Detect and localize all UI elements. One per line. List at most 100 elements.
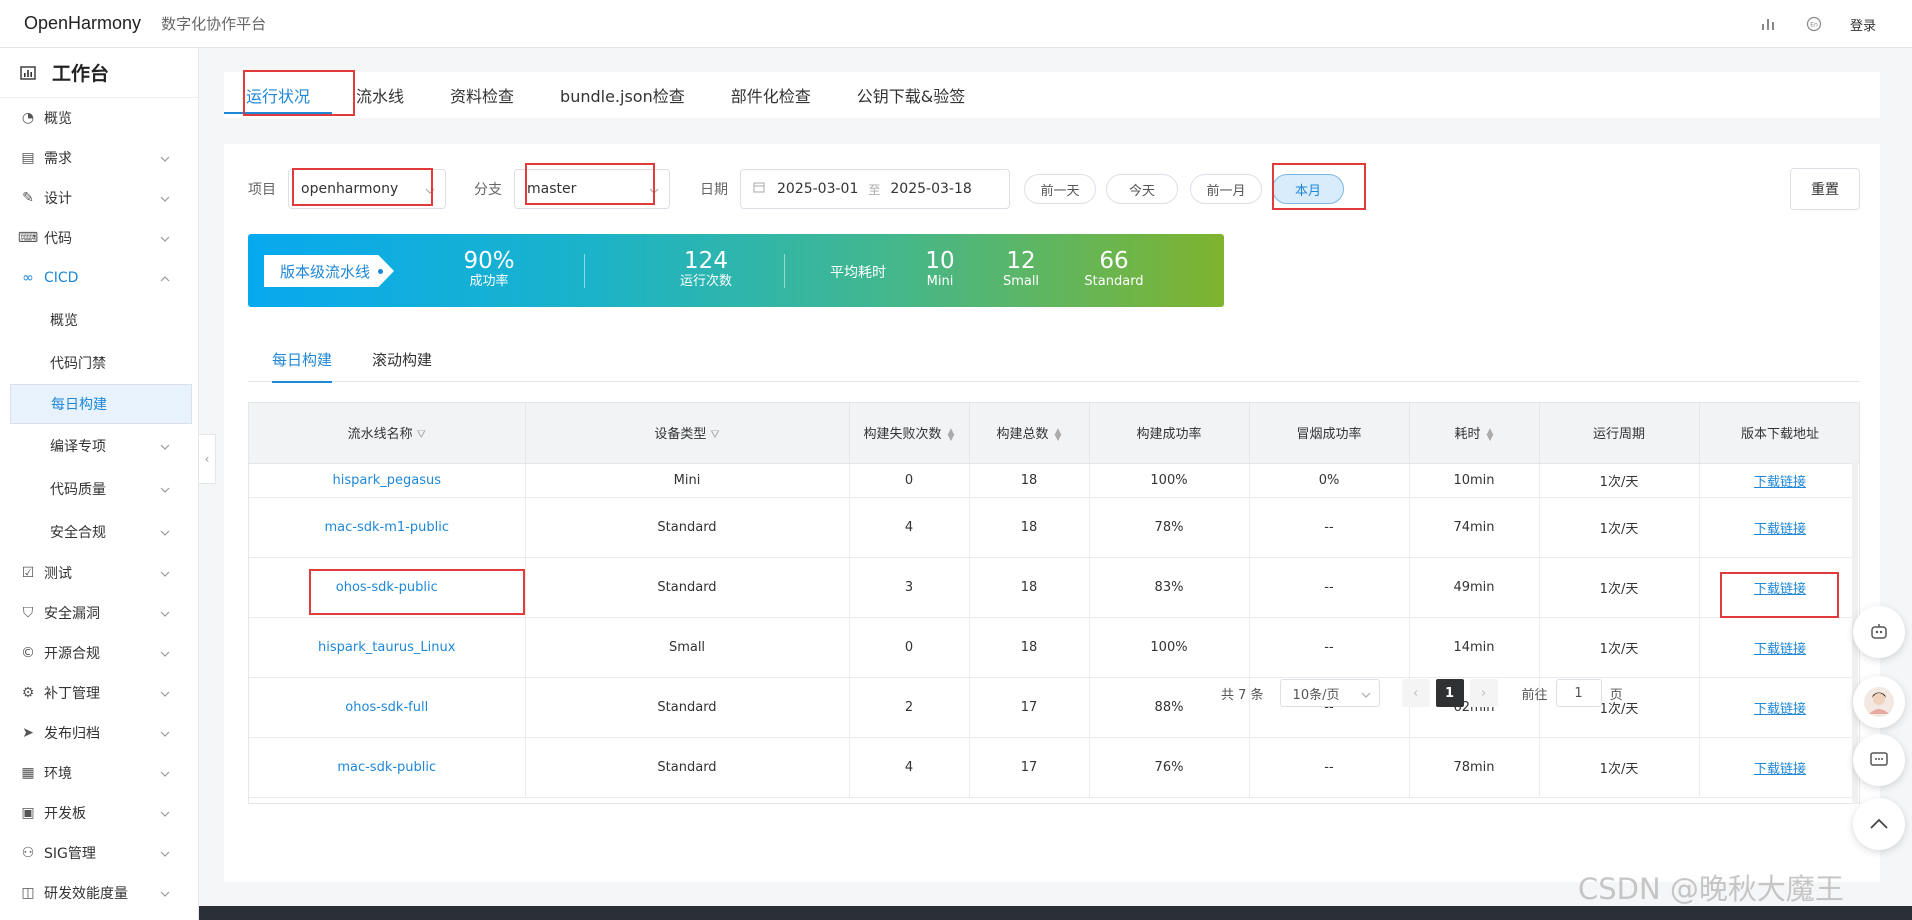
date-end: 2025-03-18 bbox=[890, 181, 972, 197]
tab-doc-check[interactable]: 资料检查 bbox=[450, 72, 514, 118]
robot-assistant-button[interactable] bbox=[1853, 606, 1905, 658]
sidebar-item-overview[interactable]: ◔ 概览 bbox=[0, 98, 198, 138]
cell-duration: 10min bbox=[1409, 463, 1540, 498]
cell-pipeline-name[interactable]: hispark_taurus_Linux bbox=[249, 617, 526, 678]
sidebar-subitem-compile[interactable]: 编译专项 bbox=[0, 424, 198, 467]
cell-download-link[interactable]: 下载链接 bbox=[1699, 463, 1859, 498]
app-logo[interactable]: OpenHarmony bbox=[24, 13, 141, 34]
back-to-top-button[interactable] bbox=[1853, 798, 1905, 850]
sidebar-subitem-code-gate[interactable]: 代码门禁 bbox=[0, 341, 198, 384]
sidebar-item-label: 安全漏洞 bbox=[44, 606, 100, 622]
mini-label: Mini bbox=[926, 274, 954, 289]
small-label: Small bbox=[1002, 274, 1040, 289]
dot-icon bbox=[378, 268, 384, 274]
cell-smoke-rate: -- bbox=[1249, 617, 1410, 678]
sidebar-item-cicd[interactable]: ∞ CICD bbox=[0, 258, 198, 298]
sidebar-item-test[interactable]: ☑ 测试 bbox=[0, 553, 198, 593]
sidebar-subitem-label: 安全合规 bbox=[50, 524, 106, 541]
prev-month-button[interactable]: 前一月 bbox=[1190, 174, 1262, 204]
standard-value: 66 bbox=[1099, 248, 1129, 274]
filter-icon[interactable]: ⛛ bbox=[417, 428, 426, 442]
sidebar-item-sig[interactable]: ⚇ SIG管理 bbox=[0, 833, 198, 873]
download-link[interactable]: 下载链接 bbox=[1754, 475, 1806, 490]
goto-page-input[interactable]: 1 bbox=[1555, 679, 1602, 707]
chevron-down-icon bbox=[160, 806, 170, 822]
cell-fail-count: 3 bbox=[849, 557, 970, 618]
bar-chart-icon[interactable] bbox=[1758, 14, 1778, 34]
header-label: 耗时 bbox=[1454, 427, 1481, 443]
login-link[interactable]: 登录 bbox=[1850, 15, 1876, 34]
page-size-select[interactable]: 10条/页 bbox=[1279, 679, 1380, 707]
chat-button[interactable] bbox=[1853, 734, 1905, 786]
next-page-button[interactable]: › bbox=[1469, 679, 1498, 707]
sort-icon[interactable]: ▲ ▼ bbox=[1055, 427, 1062, 442]
sidebar-subitem-code-quality[interactable]: 代码质量 bbox=[0, 467, 198, 510]
sidebar-item-metrics[interactable]: ◫ 研发效能度量 bbox=[0, 873, 198, 913]
sidebar-item-release[interactable]: ➤ 发布归档 bbox=[0, 713, 198, 753]
sidebar-item-devboard[interactable]: ▣ 开发板 bbox=[0, 793, 198, 833]
sidebar-subitem-cicd-overview[interactable]: 概览 bbox=[0, 298, 198, 341]
chevron-down-icon bbox=[160, 439, 170, 455]
sidebar-item-design[interactable]: ✎ 设计 bbox=[0, 178, 198, 218]
tab-key-download[interactable]: 公钥下载&验签 bbox=[857, 72, 965, 118]
tab-pipeline[interactable]: 流水线 bbox=[356, 72, 404, 118]
sidebar-item-security[interactable]: ⛉ 安全漏洞 bbox=[0, 593, 198, 633]
page-button-current[interactable]: 1 bbox=[1435, 679, 1464, 707]
sidebar-subitem-daily-build[interactable]: 每日构建 bbox=[10, 384, 192, 424]
support-avatar-button[interactable] bbox=[1853, 676, 1905, 728]
prev-day-button[interactable]: 前一天 bbox=[1024, 174, 1096, 204]
reset-button[interactable]: 重置 bbox=[1790, 168, 1860, 210]
col-fail-count[interactable]: 构建失败次数 ▲ ▼ bbox=[849, 403, 970, 464]
sidebar-item-patch[interactable]: ⚙ 补丁管理 bbox=[0, 673, 198, 713]
date-range-picker[interactable]: 2025-03-01 至 2025-03-18 bbox=[740, 169, 1010, 209]
sidebar-item-code[interactable]: ⌨ 代码 bbox=[0, 218, 198, 258]
sort-icon[interactable]: ▲ ▼ bbox=[1487, 427, 1494, 442]
cell-device-type: Standard bbox=[525, 677, 850, 738]
cell-pipeline-name[interactable]: mac-sdk-public bbox=[249, 737, 526, 798]
col-pipeline-name[interactable]: 流水线名称 ⛛ bbox=[249, 403, 526, 464]
workspace-title[interactable]: 工作台 bbox=[0, 48, 198, 98]
cell-download-link[interactable]: 下载链接 bbox=[1699, 497, 1859, 558]
col-total-builds[interactable]: 构建总数 ▲ ▼ bbox=[969, 403, 1090, 464]
cell-download-link[interactable]: 下载链接 bbox=[1699, 737, 1859, 798]
cell-duration: 49min bbox=[1409, 557, 1540, 618]
download-link[interactable]: 下载链接 bbox=[1754, 762, 1806, 777]
tab-bundle-check[interactable]: bundle.json检查 bbox=[560, 72, 685, 118]
cell-device-type: Standard bbox=[525, 557, 850, 618]
download-link[interactable]: 下载链接 bbox=[1754, 642, 1806, 657]
filter-icon[interactable]: ⛛ bbox=[710, 428, 719, 442]
chevron-down-icon bbox=[160, 606, 170, 622]
cell-period: 1次/天 bbox=[1539, 737, 1700, 798]
language-icon[interactable]: En bbox=[1804, 14, 1824, 34]
cell-period: 1次/天 bbox=[1539, 617, 1700, 678]
sidebar-item-opensource[interactable]: © 开源合规 bbox=[0, 633, 198, 673]
today-button[interactable]: 今天 bbox=[1106, 174, 1178, 204]
tab-rolling-build[interactable]: 滚动构建 bbox=[372, 336, 432, 382]
cell-download-link[interactable]: 下载链接 bbox=[1699, 617, 1859, 678]
table-row: hispark_taurus_Linux Small 0 18 100% -- 14min 1… bbox=[249, 617, 1859, 678]
cell-pipeline-name[interactable]: hispark_pegasus bbox=[249, 463, 526, 498]
chevron-down-icon bbox=[160, 151, 170, 167]
sort-icon[interactable]: ▲ ▼ bbox=[948, 427, 955, 442]
tab-component-check[interactable]: 部件化检查 bbox=[731, 72, 811, 118]
cell-smoke-rate: -- bbox=[1249, 737, 1410, 798]
patch-icon: ⚙ bbox=[21, 685, 35, 701]
col-duration[interactable]: 耗时 ▲ ▼ bbox=[1409, 403, 1540, 464]
sidebar-subitem-security-compliance[interactable]: 安全合规 bbox=[0, 510, 198, 553]
cell-download-link[interactable]: 下载链接 bbox=[1699, 677, 1859, 738]
top-right-actions: En 登录 bbox=[1758, 0, 1876, 48]
sidebar-item-requirement[interactable]: ▤ 需求 bbox=[0, 138, 198, 178]
divider bbox=[584, 254, 585, 288]
sidebar-collapse-button[interactable]: ‹ bbox=[199, 434, 216, 484]
env-icon: ▦ bbox=[21, 765, 35, 781]
prev-page-button[interactable]: ‹ bbox=[1401, 679, 1430, 707]
cell-pipeline-name[interactable]: mac-sdk-m1-public bbox=[249, 497, 526, 558]
runs-value: 124 bbox=[684, 248, 728, 274]
table-row: mac-sdk-public Standard 4 17 76% -- 78min 1次/天 下… bbox=[249, 737, 1859, 798]
download-link[interactable]: 下载链接 bbox=[1754, 522, 1806, 537]
download-link[interactable]: 下载链接 bbox=[1754, 702, 1806, 717]
cell-pipeline-name[interactable]: ohos-sdk-full bbox=[249, 677, 526, 738]
tab-daily-build[interactable]: 每日构建 bbox=[272, 336, 333, 383]
col-device-type[interactable]: 设备类型 ⛛ bbox=[525, 403, 850, 464]
sidebar-item-env[interactable]: ▦ 环境 bbox=[0, 753, 198, 793]
